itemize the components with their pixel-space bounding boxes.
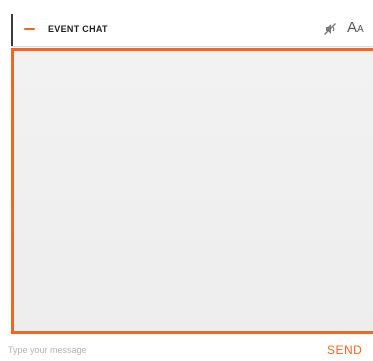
- font-size-icon[interactable]: AA: [347, 20, 364, 38]
- chat-title: EVENT CHAT: [48, 24, 108, 34]
- event-chat-widget: EVENT CHAT AA SEND: [0, 0, 373, 361]
- mute-icon[interactable]: [323, 22, 337, 36]
- font-size-large-letter: A: [347, 19, 358, 36]
- header-divider: [11, 46, 373, 47]
- message-input[interactable]: [4, 341, 312, 359]
- send-button[interactable]: SEND: [327, 343, 362, 357]
- font-size-small-letter: A: [357, 24, 364, 35]
- minus-icon[interactable]: [22, 22, 36, 36]
- chat-messages-area[interactable]: [11, 48, 373, 334]
- header-left-divider: [11, 14, 13, 46]
- message-composer: SEND: [0, 337, 373, 361]
- chat-header: EVENT CHAT AA: [0, 0, 373, 46]
- collapse-bar: [23, 28, 35, 30]
